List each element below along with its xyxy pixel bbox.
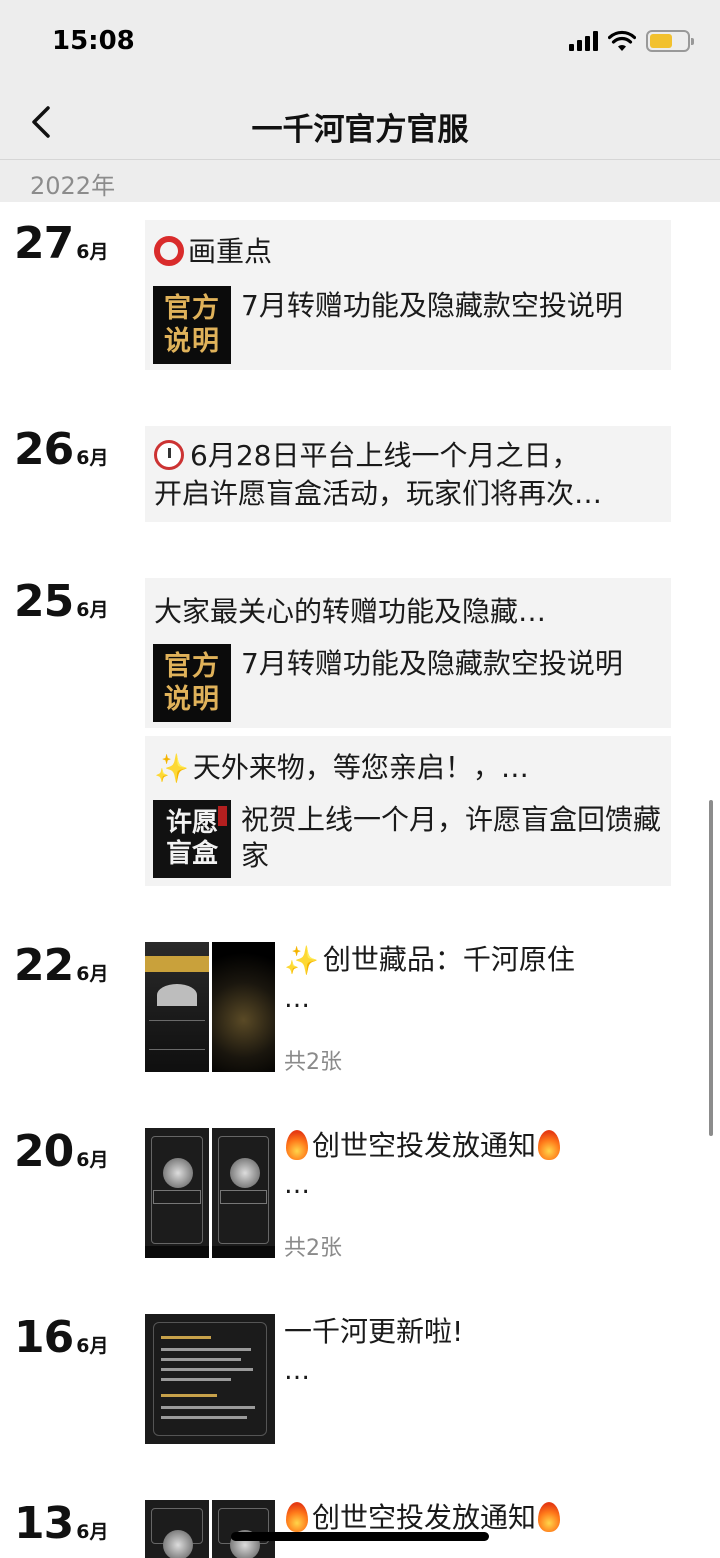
post-card[interactable]: 大家最关心的转赠功能及隐藏… 官方 说明 7月转赠功能及隐藏款空投说明 xyxy=(145,578,671,728)
date-month: 6月 xyxy=(76,241,109,263)
date-day: 20 xyxy=(14,1126,74,1177)
date-day: 25 xyxy=(14,576,74,627)
post-image xyxy=(211,942,275,1072)
post-text-line-2: 开启许愿盲盒活动，玩家们将再次… xyxy=(154,477,603,510)
date-month: 6月 xyxy=(76,1521,109,1543)
entry-date: 13 6月 xyxy=(14,1498,108,1549)
post-image xyxy=(145,1500,209,1558)
post-image xyxy=(145,1128,209,1258)
image-count: 共2张 xyxy=(284,1236,342,1261)
post-title: ✨ 天外来物，等您亲启！，… xyxy=(154,751,529,785)
post-photo-grid[interactable] xyxy=(145,1500,275,1558)
date-month: 6月 xyxy=(76,1149,109,1171)
nav-bar: 一千河官方官服 xyxy=(0,86,720,160)
post-card[interactable]: ✨ 天外来物，等您亲启！，… 许愿 盲盒 祝贺上线一个月，许愿盲盒回馈藏家 xyxy=(145,736,671,886)
image-count: 共2张 xyxy=(284,1050,342,1075)
post-photo-grid[interactable] xyxy=(145,1128,275,1258)
year-label: 2022年 xyxy=(30,172,116,200)
post-text-line-1: 6月28日平台上线一个月之日， xyxy=(154,438,579,474)
post-card[interactable]: 画重点 官方 说明 7月转赠功能及隐藏款空投说明 xyxy=(145,220,671,370)
entry-date: 22 6月 xyxy=(14,940,108,991)
sparkles-icon: ✨ xyxy=(154,752,189,785)
post-text: ✨ 创世藏品：千河原住 xyxy=(284,940,575,981)
status-time: 15:08 xyxy=(52,26,135,56)
post-text: 创世空投发放通知 xyxy=(284,1126,564,1166)
article-title: 7月转赠功能及隐藏款空投说明 xyxy=(241,647,623,680)
date-month: 6月 xyxy=(76,1335,109,1357)
fire-icon xyxy=(538,1502,561,1532)
date-day: 22 xyxy=(14,940,74,991)
page-title: 一千河官方官服 xyxy=(251,112,469,148)
entry-date: 26 6月 xyxy=(14,424,108,475)
sparkles-icon: ✨ xyxy=(284,944,319,977)
date-day: 26 xyxy=(14,424,74,475)
post-photo-grid[interactable] xyxy=(145,942,275,1072)
entry-date: 27 6月 xyxy=(14,218,108,269)
post-photo[interactable] xyxy=(145,1314,275,1444)
status-bar: 15:08 xyxy=(0,0,720,86)
alarm-clock-icon xyxy=(154,440,184,470)
article-title: 7月转赠功能及隐藏款空投说明 xyxy=(241,289,623,322)
fire-icon xyxy=(286,1130,308,1160)
wish-box-thumbnail: 许愿 盲盒 xyxy=(153,800,231,878)
entry-date: 25 6月 xyxy=(14,576,108,627)
fire-icon xyxy=(286,1502,308,1532)
post-image xyxy=(211,1500,275,1558)
post-image xyxy=(211,1128,275,1258)
date-day: 16 xyxy=(14,1312,74,1363)
post-text: 一千河更新啦! xyxy=(284,1315,464,1348)
entry-date: 20 6月 xyxy=(14,1126,108,1177)
year-header: 2022年 xyxy=(0,160,720,202)
scrollbar[interactable] xyxy=(709,800,713,1136)
wifi-icon xyxy=(608,30,636,51)
signal-icon xyxy=(569,31,598,51)
article-title: 祝贺上线一个月，许愿盲盒回馈藏家 xyxy=(241,803,662,872)
post-image xyxy=(145,942,209,1072)
battery-icon xyxy=(646,30,694,52)
date-day: 27 xyxy=(14,218,74,269)
red-circle-icon xyxy=(154,236,184,266)
status-icons xyxy=(569,30,694,52)
official-notice-thumbnail: 官方 说明 xyxy=(153,644,231,722)
official-notice-thumbnail: 官方 说明 xyxy=(153,286,231,364)
fire-icon xyxy=(538,1130,561,1160)
post-image xyxy=(145,1314,275,1444)
post-ellipsis: … xyxy=(284,1170,310,1200)
home-indicator[interactable] xyxy=(231,1532,489,1541)
post-ellipsis: … xyxy=(284,1356,310,1386)
date-month: 6月 xyxy=(76,599,109,621)
date-month: 6月 xyxy=(76,447,109,469)
post-card[interactable]: 6月28日平台上线一个月之日， 开启许愿盲盒活动，玩家们将再次… xyxy=(145,426,671,522)
post-ellipsis: … xyxy=(284,984,310,1014)
date-month: 6月 xyxy=(76,963,109,985)
entry-date: 16 6月 xyxy=(14,1312,108,1363)
date-day: 13 xyxy=(14,1498,74,1549)
post-title: 画重点 xyxy=(154,234,272,270)
post-title: 大家最关心的转赠功能及隐藏… xyxy=(154,595,547,628)
